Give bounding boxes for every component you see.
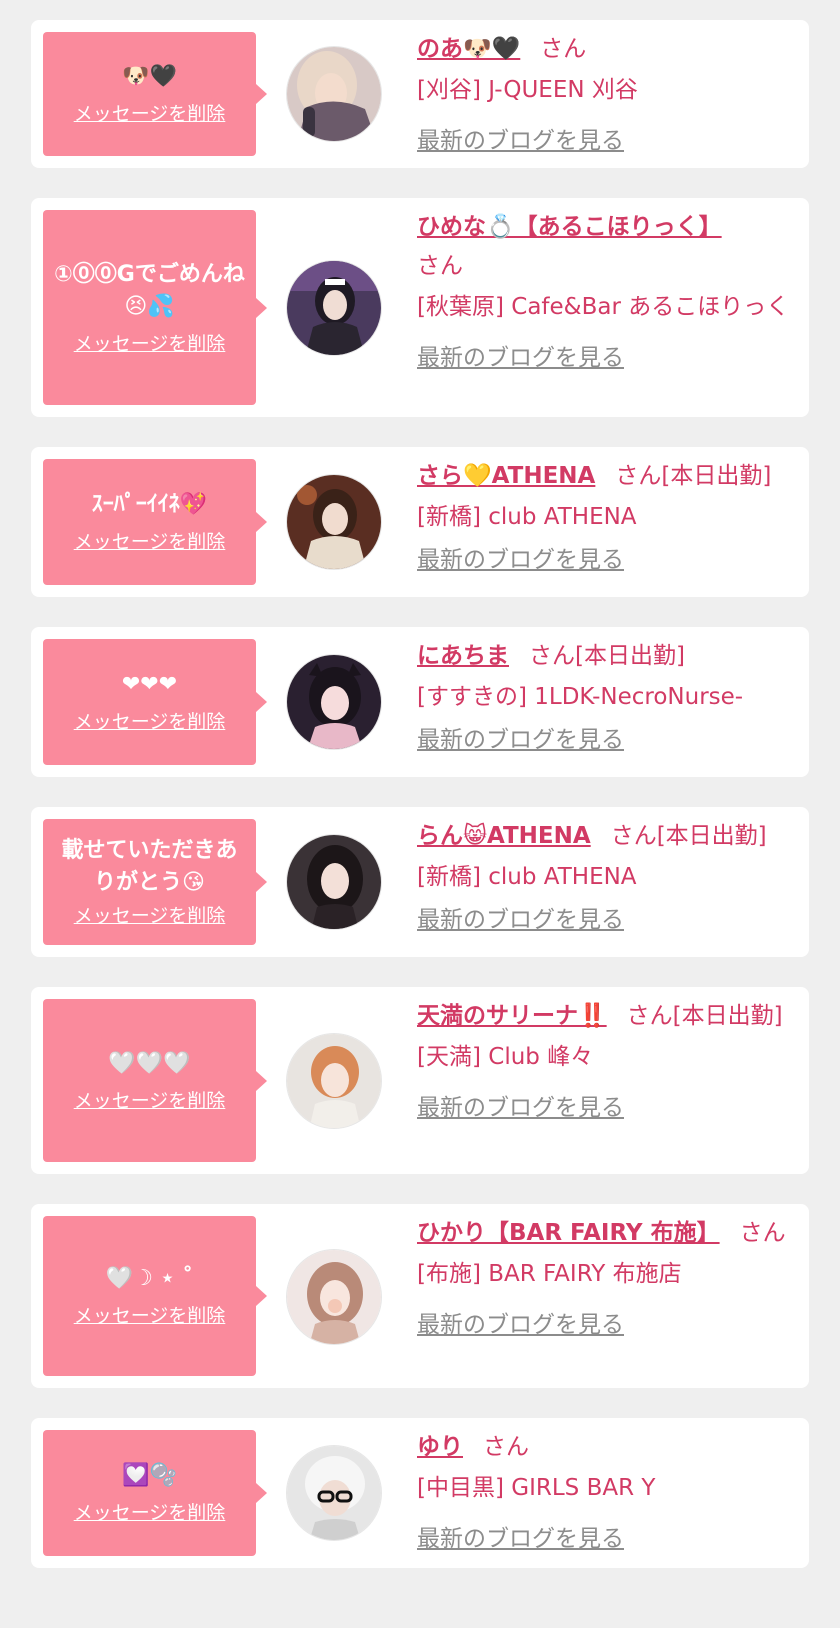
sender-suffix: さん[本日出勤] bbox=[529, 643, 685, 669]
shop-label: [中目黒] GIRLS BAR Y bbox=[417, 1475, 656, 1501]
sender-name-row: ひかり【BAR FAIRY 布施】 さん bbox=[417, 1214, 797, 1253]
sender-name-row: 天満のサリーナ‼️ さん[本日出勤] bbox=[417, 997, 797, 1036]
message-bubble: ❤❤❤ メッセージを削除 bbox=[43, 639, 267, 765]
latest-blog-link[interactable]: 最新のブログを見る bbox=[417, 541, 624, 580]
sender-info: らん😸ATHENA さん[本日出勤] [新橋] club ATHENA 最新のブロ… bbox=[417, 817, 797, 940]
avatar[interactable] bbox=[286, 260, 382, 356]
sender-name-link[interactable]: のあ🐶🖤 bbox=[417, 36, 520, 62]
message-card: ❤❤❤ メッセージを削除 にあちま さん[本日出勤] [すすきの] 1LDK-Ne… bbox=[31, 627, 809, 777]
delete-message-link[interactable]: メッセージを削除 bbox=[74, 709, 226, 735]
shop-label: [秋葉原] Cafe&Bar あるこほりっく bbox=[417, 294, 790, 320]
avatar[interactable] bbox=[286, 474, 382, 570]
sender-name-link[interactable]: ひめな💍【あるこほりっく】 bbox=[417, 214, 722, 240]
message-bubble: 🤍☽ ⋆ ˚ メッセージを削除 bbox=[43, 1216, 267, 1376]
avatar[interactable] bbox=[286, 654, 382, 750]
delete-message-link[interactable]: メッセージを削除 bbox=[74, 1500, 226, 1526]
message-text: 🐶🖤 bbox=[122, 64, 177, 89]
delete-message-link[interactable]: メッセージを削除 bbox=[74, 1088, 226, 1114]
message-card: ①⓪⓪Gでごめんね😣💦 メッセージを削除 ひめな💍【あるこほりっく】 さん [秋葉… bbox=[31, 198, 809, 417]
sender-name-link[interactable]: 天満のサリーナ‼️ bbox=[417, 1003, 607, 1029]
latest-blog-link[interactable]: 最新のブログを見る bbox=[417, 339, 624, 378]
sender-suffix: さん[本日出勤] bbox=[626, 1003, 783, 1029]
delete-message-link[interactable]: メッセージを削除 bbox=[74, 903, 226, 929]
message-text: ❤❤❤ bbox=[121, 672, 178, 697]
message-card: 🤍🤍🤍 メッセージを削除 天満のサリーナ‼️ さん[本日出勤] [天満] Club… bbox=[31, 987, 809, 1174]
latest-blog-link[interactable]: 最新のブログを見る bbox=[417, 1306, 624, 1345]
message-card: 載せていただきありがとう😘 メッセージを削除 らん😸ATHENA さん[本日出勤]… bbox=[31, 807, 809, 957]
shop-label: [刈谷] J-QUEEN 刈谷 bbox=[417, 77, 638, 103]
sender-info: ひめな💍【あるこほりっく】 さん [秋葉原] Cafe&Bar あるこほりっく 最… bbox=[417, 208, 797, 378]
sender-suffix: さん[本日出勤] bbox=[610, 823, 767, 849]
message-card: 🤍☽ ⋆ ˚ メッセージを削除 ひかり【BAR FAIRY 布施】 さん [布施]… bbox=[31, 1204, 809, 1388]
sender-info: 天満のサリーナ‼️ さん[本日出勤] [天満] Club 峰々 最新のブログを見る bbox=[417, 997, 797, 1128]
shop-label: [すすきの] 1LDK-NecroNurse- bbox=[417, 684, 744, 710]
message-bubble: ｽｰﾊﾟｰｲｲﾈ💖 メッセージを削除 bbox=[43, 459, 267, 585]
sender-name-link[interactable]: ひかり【BAR FAIRY 布施】 bbox=[417, 1220, 720, 1246]
message-text: 🤍🤍🤍 bbox=[108, 1050, 191, 1076]
sender-name-row: ゆり さん bbox=[417, 1428, 797, 1467]
shop-label: [新橋] club ATHENA bbox=[417, 504, 637, 530]
sender-suffix: さん bbox=[483, 1434, 529, 1460]
message-bubble: 💟🫧 メッセージを削除 bbox=[43, 1430, 267, 1556]
sender-name-row: らん😸ATHENA さん[本日出勤] bbox=[417, 817, 797, 856]
latest-blog-link[interactable]: 最新のブログを見る bbox=[417, 721, 624, 760]
sender-suffix: さん bbox=[540, 36, 587, 62]
shop-label: [布施] BAR FAIRY 布施店 bbox=[417, 1261, 682, 1287]
delete-message-link[interactable]: メッセージを削除 bbox=[74, 331, 226, 357]
avatar[interactable] bbox=[286, 1249, 382, 1345]
sender-info: さら💛ATHENA さん[本日出勤] [新橋] club ATHENA 最新のブロ… bbox=[417, 457, 797, 580]
delete-message-link[interactable]: メッセージを削除 bbox=[74, 101, 226, 127]
sender-name-link[interactable]: にあちま bbox=[417, 643, 509, 669]
message-bubble: 載せていただきありがとう😘 メッセージを削除 bbox=[43, 819, 267, 945]
sender-info: ひかり【BAR FAIRY 布施】 さん [布施] BAR FAIRY 布施店 最… bbox=[417, 1214, 797, 1345]
sender-name-link[interactable]: ゆり bbox=[417, 1434, 463, 1460]
sender-name-row: のあ🐶🖤 さん bbox=[417, 30, 797, 69]
sender-name-row: ひめな💍【あるこほりっく】 さん bbox=[417, 208, 797, 286]
latest-blog-link[interactable]: 最新のブログを見る bbox=[417, 901, 624, 940]
shop-label: [天満] Club 峰々 bbox=[417, 1044, 594, 1070]
message-card: 💟🫧 メッセージを削除 ゆり さん [中目黒] GIRLS BAR Y 最新のブロ… bbox=[31, 1418, 809, 1568]
avatar[interactable] bbox=[286, 1445, 382, 1541]
sender-suffix: さん bbox=[739, 1220, 786, 1246]
message-text: 載せていただきありがとう😘 bbox=[61, 838, 238, 895]
shop-label: [新橋] club ATHENA bbox=[417, 864, 637, 890]
sender-info: ゆり さん [中目黒] GIRLS BAR Y 最新のブログを見る bbox=[417, 1428, 797, 1559]
sender-info: のあ🐶🖤 さん [刈谷] J-QUEEN 刈谷 最新のブログを見る bbox=[417, 30, 797, 161]
message-text: 🤍☽ ⋆ ˚ bbox=[105, 1266, 194, 1291]
sender-name-link[interactable]: らん😸ATHENA bbox=[417, 823, 591, 849]
avatar[interactable] bbox=[286, 1033, 382, 1129]
avatar[interactable] bbox=[286, 834, 382, 930]
message-text: 💟🫧 bbox=[122, 1463, 177, 1488]
message-bubble: ①⓪⓪Gでごめんね😣💦 メッセージを削除 bbox=[43, 210, 267, 405]
message-card: ｽｰﾊﾟｰｲｲﾈ💖 メッセージを削除 さら💛ATHENA さん[本日出勤] [新橋… bbox=[31, 447, 809, 597]
message-card: 🐶🖤 メッセージを削除 のあ🐶🖤 さん [刈谷] J-QUEEN 刈谷 最新のブロ… bbox=[31, 20, 809, 168]
message-text: ①⓪⓪Gでごめんね😣💦 bbox=[54, 261, 245, 319]
sender-name-row: にあちま さん[本日出勤] bbox=[417, 637, 797, 676]
delete-message-link[interactable]: メッセージを削除 bbox=[74, 1303, 226, 1329]
sender-suffix: さん bbox=[417, 253, 463, 279]
message-bubble: 🐶🖤 メッセージを削除 bbox=[43, 32, 267, 156]
delete-message-link[interactable]: メッセージを削除 bbox=[74, 529, 226, 555]
latest-blog-link[interactable]: 最新のブログを見る bbox=[417, 1089, 624, 1128]
avatar[interactable] bbox=[286, 46, 382, 142]
latest-blog-link[interactable]: 最新のブログを見る bbox=[417, 122, 624, 161]
message-bubble: 🤍🤍🤍 メッセージを削除 bbox=[43, 999, 267, 1162]
latest-blog-link[interactable]: 最新のブログを見る bbox=[417, 1520, 624, 1559]
sender-name-link[interactable]: さら💛ATHENA bbox=[417, 463, 595, 489]
sender-name-row: さら💛ATHENA さん[本日出勤] bbox=[417, 457, 797, 496]
sender-info: にあちま さん[本日出勤] [すすきの] 1LDK-NecroNurse- 最新の… bbox=[417, 637, 797, 760]
sender-suffix: さん[本日出勤] bbox=[615, 463, 772, 489]
message-text: ｽｰﾊﾟｰｲｲﾈ💖 bbox=[91, 492, 208, 517]
